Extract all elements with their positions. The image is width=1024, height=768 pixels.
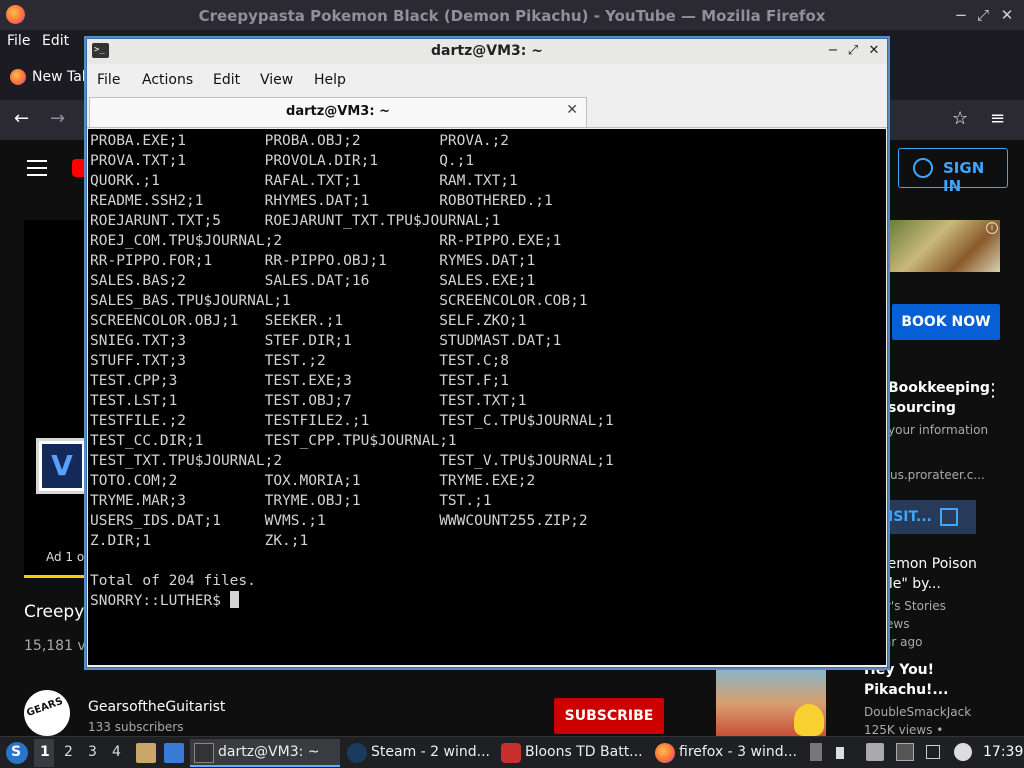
channel-name[interactable]: GearsoftheGuitarist: [88, 699, 225, 715]
terminal-tab[interactable]: dartz@VM3: ~ ✕: [89, 97, 587, 127]
back-arrow-icon[interactable]: ←: [14, 108, 29, 129]
channel-avatar[interactable]: [24, 690, 70, 736]
terminal-menu-file[interactable]: File: [97, 72, 120, 88]
terminal-tab-label: dartz@VM3: ~: [286, 104, 390, 119]
terminal-close-button[interactable]: ✕: [865, 42, 883, 60]
visit-label: ISIT...: [888, 509, 932, 525]
task-firefox[interactable]: firefox - 3 wind...: [651, 739, 801, 767]
firefox-minimize-button[interactable]: −: [950, 4, 972, 26]
terminal-title: dartz@VM3: ~: [431, 43, 543, 59]
recommended-video-age: ar ago: [884, 635, 923, 649]
ad-counter: Ad 1 of: [46, 550, 89, 564]
task-terminal[interactable]: dartz@VM3: ~: [190, 739, 340, 767]
bloons-game-icon: [501, 743, 521, 763]
terminal-menubar: File Actions Edit View Help: [87, 64, 887, 96]
terminal-window[interactable]: >_ dartz@VM3: ~ − ⤢ ✕ File Actions Edit …: [86, 38, 888, 668]
firefox-tab-new[interactable]: New Tab: [4, 60, 94, 94]
firefox-close-button[interactable]: ✕: [996, 4, 1018, 26]
more-options-icon[interactable]: ⋮: [984, 380, 1002, 401]
pikachu-image: [794, 704, 824, 736]
show-desktop-icon[interactable]: [164, 743, 184, 763]
side-ad-url: us.prorateer.c...: [890, 468, 985, 482]
forward-arrow-icon[interactable]: →: [50, 108, 65, 129]
recommended-video-channel: DoubleSmackJack: [864, 705, 972, 719]
youtube-menu-icon[interactable]: [27, 160, 47, 176]
firefox-menu-file[interactable]: File: [7, 33, 30, 49]
network-icon[interactable]: [926, 745, 940, 759]
firefox-menu-edit[interactable]: Edit: [42, 33, 69, 49]
sign-in-label: SIGN IN: [943, 159, 985, 195]
terminal-menu-actions[interactable]: Actions: [142, 72, 193, 88]
terminal-screen[interactable]: PROBA.EXE;1 PROBA.OBJ;2 PROVA.;2 PROVA.T…: [88, 129, 886, 665]
sign-in-button[interactable]: SIGN IN: [898, 148, 1008, 195]
workspace-4[interactable]: 4: [112, 744, 121, 760]
channel-subscribers: 133 subscribers: [88, 720, 184, 734]
task-bloons[interactable]: Bloons TD Batt...: [497, 739, 647, 767]
terminal-menu-edit[interactable]: Edit: [213, 72, 240, 88]
tab-close-icon[interactable]: ✕: [566, 102, 578, 118]
start-menu-icon[interactable]: [6, 742, 28, 764]
side-ad-description: your information: [888, 423, 989, 437]
workspace-3[interactable]: 3: [88, 744, 97, 760]
firefox-window-title: Creepypasta Pokemon Black (Demon Pikachu…: [198, 7, 826, 25]
person-icon: [913, 158, 933, 178]
recommended-video-views: ews: [886, 617, 910, 631]
workspace-1[interactable]: 1: [40, 744, 50, 760]
terminal-output: PROBA.EXE;1 PROBA.OBJ;2 PROVA.;2 PROVA.T…: [90, 131, 614, 611]
task-label: firefox - 3 wind...: [679, 744, 797, 760]
steam-tray-icon[interactable]: [954, 743, 972, 761]
recommended-video-channel: r's Stories: [886, 599, 946, 613]
taskbar: 1 2 3 4 dartz@VM3: ~ Steam - 2 wind... B…: [0, 736, 1024, 768]
terminal-output-text: PROBA.EXE;1 PROBA.OBJ;2 PROVA.;2 PROVA.T…: [90, 133, 614, 589]
workspace-2[interactable]: 2: [64, 744, 73, 760]
file-manager-icon[interactable]: [136, 743, 156, 763]
firefox-icon: [655, 743, 675, 763]
subscribe-button[interactable]: SUBSCRIBE: [554, 698, 664, 734]
task-steam[interactable]: Steam - 2 wind...: [343, 739, 493, 767]
terminal-titlebar[interactable]: >_ dartz@VM3: ~ − ⤢ ✕: [87, 39, 887, 64]
tray-app-icon[interactable]: [896, 743, 914, 761]
window-switcher-icon[interactable]: [866, 743, 884, 761]
side-ad-image[interactable]: [888, 220, 1000, 272]
task-label: dartz@VM3: ~: [218, 744, 320, 760]
side-ad-title[interactable]: Bookkeeping sourcing: [888, 378, 990, 418]
task-label: Steam - 2 wind...: [371, 744, 490, 760]
clipboard-icon[interactable]: [810, 743, 822, 761]
terminal-menu-view[interactable]: View: [260, 72, 293, 88]
recommended-video-title[interactable]: kemon Poison ble" by...: [880, 554, 1000, 594]
firefox-tab-label: New Tab: [32, 69, 91, 85]
terminal-maximize-button[interactable]: ⤢: [844, 42, 862, 60]
external-link-icon: [940, 508, 958, 526]
recommended-video-views: 125K views •: [864, 723, 944, 737]
terminal-icon: [194, 743, 214, 763]
hamburger-menu-icon[interactable]: ≡: [990, 108, 1005, 129]
firefox-maximize-button[interactable]: ⤢: [972, 4, 994, 26]
bookmark-star-icon[interactable]: ☆: [952, 108, 968, 129]
video-title: Creepyp: [24, 602, 96, 622]
clock[interactable]: 17:39: [983, 744, 1023, 760]
tab-divider: [87, 127, 887, 128]
steam-icon: [347, 743, 367, 763]
terminal-prompt: SNORRY::LUTHER$: [90, 593, 230, 609]
info-icon[interactable]: i: [986, 222, 998, 234]
task-label: Bloons TD Batt...: [525, 744, 643, 760]
terminal-minimize-button[interactable]: −: [824, 42, 842, 60]
terminal-cursor: [229, 591, 239, 608]
volume-icon[interactable]: [836, 747, 844, 759]
recommended-video-thumbnail[interactable]: [716, 670, 826, 736]
firefox-titlebar: Creepypasta Pokemon Black (Demon Pikachu…: [0, 0, 1024, 30]
visit-site-button[interactable]: ISIT...: [876, 500, 976, 534]
terminal-menu-help[interactable]: Help: [314, 72, 346, 88]
firefox-tab-icon: [10, 69, 26, 85]
ad-advertiser-logo[interactable]: [36, 438, 88, 494]
book-now-button[interactable]: BOOK NOW: [892, 304, 1000, 340]
